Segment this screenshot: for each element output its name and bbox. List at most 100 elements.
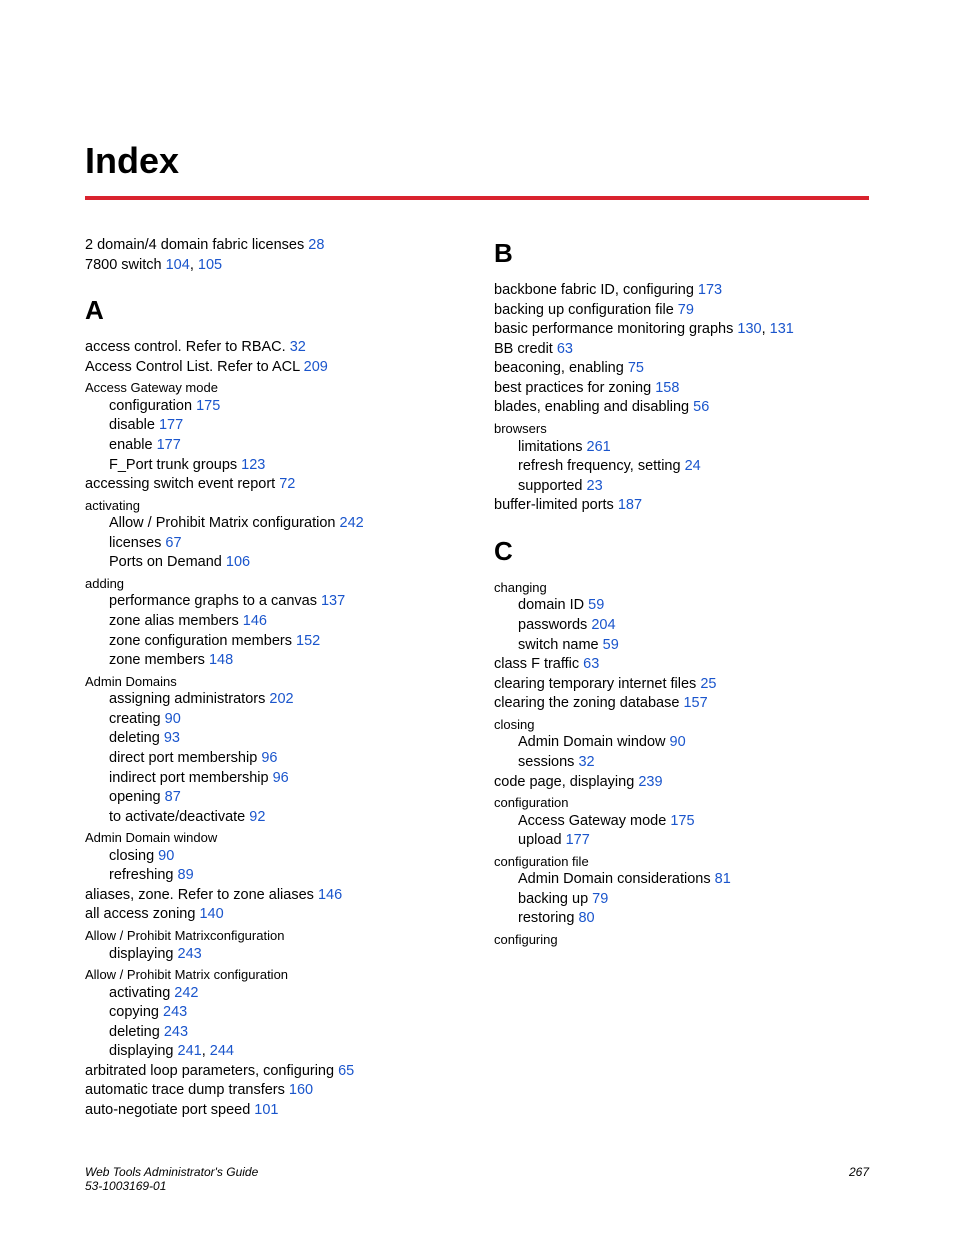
page-reference-link[interactable]: 202	[269, 691, 293, 707]
index-entry-text: to activate/deactivate	[109, 809, 249, 825]
page-reference-link[interactable]: 56	[693, 399, 709, 415]
page-reference-link[interactable]: 81	[715, 871, 731, 887]
index-entry-text: activating	[109, 985, 174, 1001]
page-reference-link[interactable]: 146	[243, 613, 267, 629]
page-reference-link[interactable]: 32	[578, 754, 594, 770]
index-entry-text: buffer-limited ports	[494, 497, 618, 513]
page-reference-link[interactable]: 92	[249, 809, 265, 825]
index-entry-text: domain ID	[518, 597, 588, 613]
page-reference-link[interactable]: 25	[700, 676, 716, 692]
index-entry: code page, displaying 239	[494, 773, 869, 793]
page-reference-link[interactable]: 152	[296, 633, 320, 649]
page-reference-link[interactable]: 90	[670, 734, 686, 750]
page-reference-link[interactable]: 140	[199, 906, 223, 922]
page-reference-link[interactable]: 244	[210, 1043, 234, 1059]
page-reference-link[interactable]: 79	[678, 302, 694, 318]
page-reference-link[interactable]: 87	[165, 789, 181, 805]
page-reference-link[interactable]: 72	[279, 476, 295, 492]
page-reference-link[interactable]: 187	[618, 497, 642, 513]
page-reference-link[interactable]: 173	[698, 282, 722, 298]
page-reference-link[interactable]: 24	[685, 458, 701, 474]
page-reference-link[interactable]: 241	[178, 1043, 202, 1059]
page-reference-link[interactable]: 28	[308, 237, 324, 253]
page-reference-link[interactable]: 261	[587, 439, 611, 455]
page-reference-link[interactable]: 93	[164, 730, 180, 746]
page-reference-link[interactable]: 105	[198, 257, 222, 273]
index-subentry: backing up 79	[494, 890, 869, 910]
page-reference-link[interactable]: 177	[566, 832, 590, 848]
footer-page-number: 267	[849, 1165, 869, 1193]
index-subentry: to activate/deactivate 92	[85, 808, 460, 828]
page-reference-link[interactable]: 177	[157, 437, 181, 453]
page-reference-link[interactable]: 90	[158, 848, 174, 864]
index-group-label: Admin Domain window	[85, 829, 460, 847]
index-entry-text: disable	[109, 417, 159, 433]
index-entry-text: backbone fabric ID, configuring	[494, 282, 698, 298]
page-reference-link[interactable]: 65	[338, 1063, 354, 1079]
page-reference-link[interactable]: 243	[178, 946, 202, 962]
index-entry-text: blades, enabling and disabling	[494, 399, 693, 415]
index-subentry: assigning administrators 202	[85, 690, 460, 710]
page-reference-link[interactable]: 101	[254, 1102, 278, 1118]
page-reference-link[interactable]: 89	[178, 867, 194, 883]
page-reference-link[interactable]: 104	[166, 257, 190, 273]
index-entry-text: clearing temporary internet files	[494, 676, 700, 692]
index-letter-c: C	[494, 534, 869, 569]
page-reference-link[interactable]: 67	[165, 535, 181, 551]
index-entry-text: class F traffic	[494, 656, 583, 672]
page-reference-link[interactable]: 32	[290, 339, 306, 355]
page-reference-link[interactable]: 63	[583, 656, 599, 672]
index-entry-text: assigning administrators	[109, 691, 269, 707]
page-reference-link[interactable]: 59	[603, 637, 619, 653]
index-entry-text: code page, displaying	[494, 774, 638, 790]
index-entry: access control. Refer to RBAC. 32	[85, 338, 460, 358]
page-reference-link[interactable]: 131	[770, 321, 794, 337]
page-reference-link[interactable]: 80	[578, 910, 594, 926]
index-entry-text: sessions	[518, 754, 578, 770]
index-entry-text: refresh frequency, setting	[518, 458, 685, 474]
page-reference-link[interactable]: 59	[588, 597, 604, 613]
page-reference-link[interactable]: 175	[670, 813, 694, 829]
page-reference-link[interactable]: 204	[591, 617, 615, 633]
page-reference-link[interactable]: 175	[196, 398, 220, 414]
page-reference-link[interactable]: 243	[164, 1024, 188, 1040]
index-columns: 2 domain/4 domain fabric licenses 287800…	[85, 236, 869, 1121]
index-group-label: Access Gateway mode	[85, 379, 460, 397]
index-entry: automatic trace dump transfers 160	[85, 1081, 460, 1101]
index-entry: backbone fabric ID, configuring 173	[494, 281, 869, 301]
page-reference-link[interactable]: 79	[592, 891, 608, 907]
page-reference-link[interactable]: 243	[163, 1004, 187, 1020]
index-subentry: creating 90	[85, 710, 460, 730]
page-reference-link[interactable]: 23	[587, 478, 603, 494]
page-reference-link[interactable]: 160	[289, 1082, 313, 1098]
index-subentry: sessions 32	[494, 753, 869, 773]
page-reference-link[interactable]: 242	[340, 515, 364, 531]
footer-left: Web Tools Administrator's Guide 53-10031…	[85, 1165, 258, 1193]
index-entry-text: supported	[518, 478, 587, 494]
page-reference-link[interactable]: 157	[683, 695, 707, 711]
page-reference-link[interactable]: 137	[321, 593, 345, 609]
page-reference-link[interactable]: 63	[557, 341, 573, 357]
page-reference-link[interactable]: 130	[737, 321, 761, 337]
page-reference-link[interactable]: 177	[159, 417, 183, 433]
page-title: Index	[85, 140, 869, 182]
index-entry-text: Admin Domain window	[518, 734, 670, 750]
page-reference-link[interactable]: 123	[241, 457, 265, 473]
page-reference-link[interactable]: 242	[174, 985, 198, 1001]
page-reference-link[interactable]: 106	[226, 554, 250, 570]
page-reference-link[interactable]: 239	[638, 774, 662, 790]
index-entry-text: aliases, zone. Refer to zone aliases	[85, 887, 318, 903]
page-reference-link[interactable]: 90	[165, 711, 181, 727]
page-reference-link[interactable]: 209	[304, 359, 328, 375]
page-reference-link[interactable]: 96	[261, 750, 277, 766]
page-reference-link[interactable]: 75	[628, 360, 644, 376]
page-reference-link[interactable]: 148	[209, 652, 233, 668]
page-reference-link[interactable]: 96	[273, 770, 289, 786]
page-footer: Web Tools Administrator's Guide 53-10031…	[85, 1165, 869, 1193]
page-reference-link[interactable]: 158	[655, 380, 679, 396]
page-reference-link[interactable]: 146	[318, 887, 342, 903]
index-entry-text: upload	[518, 832, 566, 848]
index-entry-text: performance graphs to a canvas	[109, 593, 321, 609]
index-subentry: domain ID 59	[494, 596, 869, 616]
index-group-label: adding	[85, 575, 460, 593]
